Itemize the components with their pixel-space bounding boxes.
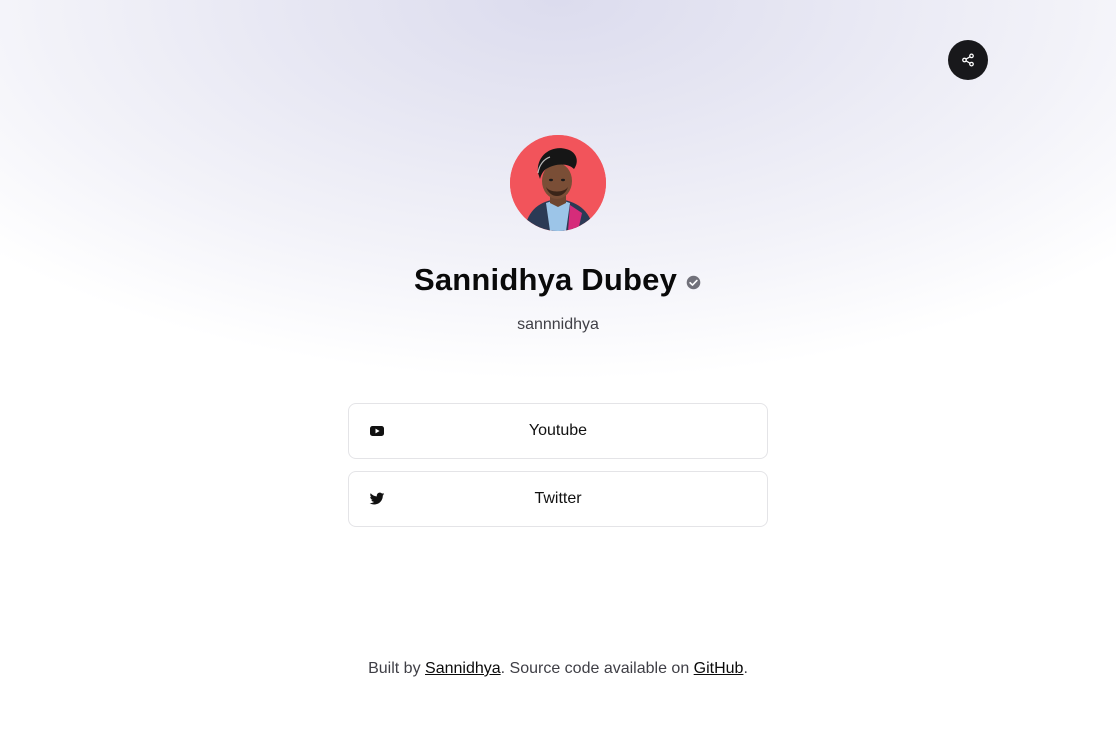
footer-prefix: Built by [368,660,426,677]
footer: Built by Sannidhya. Source code availabl… [0,660,1116,678]
profile-name-row: Sannidhya Dubey [0,262,1116,298]
link-label: Twitter [534,490,582,507]
profile-username: sannnidhya [517,316,599,333]
link-label: Youtube [528,422,588,439]
footer-suffix: . [743,660,748,677]
footer-author-link[interactable]: Sannidhya [425,660,501,677]
avatar [510,135,606,231]
link-twitter[interactable]: Twitter [348,471,768,527]
share-icon [962,53,974,67]
profile-name: Sannidhya Dubey [413,262,678,297]
footer-middle: . Source code available on [500,660,694,677]
footer-github-link[interactable]: GitHub [694,660,744,677]
verified-badge-icon [686,275,701,289]
youtube-icon [370,426,384,436]
avatar-image [510,135,606,231]
twitter-icon [369,492,385,505]
page: Sannidhya Dubey sannnidhya Youtube Twitt… [0,0,1116,735]
share-button[interactable] [948,40,988,80]
link-youtube[interactable]: Youtube [348,403,768,459]
